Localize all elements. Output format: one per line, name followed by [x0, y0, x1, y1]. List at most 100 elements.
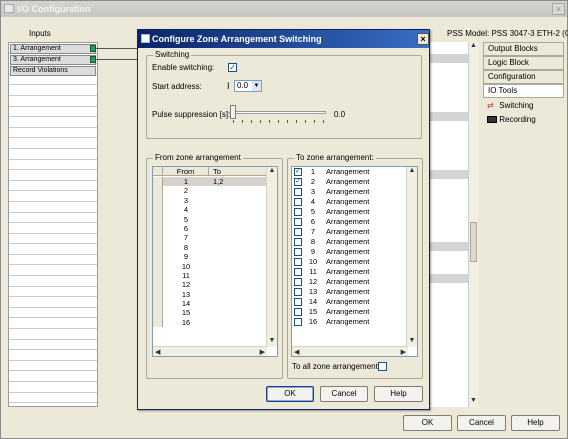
enable-switching-checkbox[interactable]: ✓	[228, 63, 237, 72]
to-list-hscroll[interactable]: ◀ ▶	[292, 346, 408, 356]
list-item[interactable]: 5 Arrangement	[292, 207, 408, 217]
table-row[interactable]: 6	[153, 223, 267, 234]
list-item[interactable]: 15 Arrangement	[292, 307, 408, 317]
table-row[interactable]: 14	[153, 299, 267, 309]
switching-label: Switching	[499, 101, 534, 110]
list-item[interactable]: ✓ 1 Arrangement	[292, 167, 408, 177]
zone-checkbox[interactable]	[294, 248, 302, 256]
from-table-hscroll[interactable]: ◀ ▶	[153, 346, 267, 356]
table-row[interactable]: 3	[153, 195, 267, 206]
list-item[interactable]: 3 Arrangement	[292, 187, 408, 197]
list-item[interactable]: 4 Arrangement	[292, 197, 408, 207]
scroll-right-icon[interactable]: ▶	[260, 348, 265, 356]
list-item[interactable]: 8 Arrangement	[292, 237, 408, 247]
list-item[interactable]: 13 Arrangement	[292, 287, 408, 297]
table-row[interactable]: 1 1,2	[153, 177, 267, 187]
list-item[interactable]: 6 Arrangement	[292, 217, 408, 227]
switching-tool[interactable]: ⇄ Switching	[487, 101, 533, 110]
table-row[interactable]: 13	[153, 289, 267, 300]
start-address-select[interactable]: 0.0 ▼	[234, 80, 262, 92]
table-row[interactable]: 11	[153, 270, 267, 281]
tab-configuration[interactable]: Configuration	[483, 70, 564, 84]
tab-output-blocks[interactable]: Output Blocks	[483, 42, 564, 56]
from-table-vscroll[interactable]: ▲ ▼	[266, 167, 277, 347]
chevron-down-icon[interactable]: ▼	[252, 81, 261, 91]
scroll-up-icon[interactable]: ▲	[267, 167, 277, 177]
table-row[interactable]: 16	[153, 317, 267, 328]
zone-checkbox[interactable]	[294, 188, 302, 196]
scroll-down-icon[interactable]: ▼	[407, 337, 417, 347]
slider-thumb[interactable]	[230, 105, 236, 119]
list-item[interactable]: ✓ 2 Arrangement	[292, 177, 408, 187]
zone-checkbox[interactable]	[294, 298, 302, 306]
zone-checkbox[interactable]	[294, 228, 302, 236]
workspace-scrollbar[interactable]: ▲ ▼	[468, 42, 478, 407]
table-row[interactable]: 12	[153, 280, 267, 290]
table-row[interactable]: 8	[153, 242, 267, 253]
window-close-icon[interactable]: ×	[552, 3, 565, 15]
main-cancel-button[interactable]: Cancel	[457, 415, 506, 431]
from-zone-table: From To 1 1,2 2 3 4 5 6 7 8 9 10 11 12 13 14 15 16 ▲ ▼ ◀…	[152, 166, 278, 357]
to-list-vscroll[interactable]: ▲ ▼	[406, 167, 417, 347]
dialog-ok-button[interactable]: OK	[266, 386, 314, 402]
list-item[interactable]: 11 Arrangement	[292, 267, 408, 277]
scroll-up-icon[interactable]: ▲	[469, 42, 478, 52]
scroll-left-icon[interactable]: ◀	[294, 348, 299, 356]
zone-checkbox[interactable]	[294, 318, 302, 326]
tab-logic-block[interactable]: Logic Block	[483, 56, 564, 70]
dialog-cancel-button[interactable]: Cancel	[320, 386, 368, 402]
pulse-suppression-slider[interactable]	[230, 104, 328, 124]
main-help-button[interactable]: Help	[511, 415, 560, 431]
table-row[interactable]: 10	[153, 261, 267, 271]
zone-checkbox[interactable]	[294, 208, 302, 216]
from-cell: 5	[183, 214, 189, 224]
scroll-thumb[interactable]	[470, 222, 477, 262]
tab-io-tools[interactable]: IO Tools	[483, 84, 564, 98]
grid-row	[9, 244, 97, 255]
grid-row	[9, 170, 97, 181]
zone-label: Arrangement	[326, 317, 370, 326]
input-item[interactable]: 1. Arrangement	[10, 44, 96, 54]
zone-checkbox[interactable]	[294, 238, 302, 246]
grid-row	[9, 382, 97, 393]
input-item[interactable]: 3. Arrangement	[10, 55, 96, 65]
row-header-cell	[153, 195, 163, 206]
recording-tool[interactable]: Recording	[487, 115, 536, 124]
zone-checkbox[interactable]	[294, 268, 302, 276]
zone-checkbox[interactable]	[294, 308, 302, 316]
table-row[interactable]: 2	[153, 186, 267, 196]
list-item[interactable]: 10 Arrangement	[292, 257, 408, 267]
table-row[interactable]: 4	[153, 205, 267, 215]
scroll-right-icon[interactable]: ▶	[401, 348, 406, 356]
from-column-header[interactable]: From	[163, 167, 209, 176]
zone-checkbox[interactable]: ✓	[294, 168, 302, 176]
scroll-left-icon[interactable]: ◀	[155, 348, 160, 356]
table-row[interactable]: 15	[153, 308, 267, 318]
list-item[interactable]: 7 Arrangement	[292, 227, 408, 237]
grid-row	[9, 107, 97, 118]
from-cell: 14	[181, 299, 191, 309]
scroll-up-icon[interactable]: ▲	[407, 167, 417, 177]
zone-checkbox[interactable]	[294, 288, 302, 296]
main-ok-button[interactable]: OK	[403, 415, 452, 431]
to-column-header[interactable]: To	[210, 167, 221, 176]
dialog-close-icon[interactable]: ×	[417, 33, 429, 45]
zone-checkbox[interactable]	[294, 198, 302, 206]
input-item[interactable]: Record Violations	[10, 66, 96, 76]
zone-checkbox[interactable]: ✓	[294, 178, 302, 186]
list-item[interactable]: 14 Arrangement	[292, 297, 408, 307]
zone-checkbox[interactable]	[294, 218, 302, 226]
table-row[interactable]: 7	[153, 233, 267, 243]
dialog-help-button[interactable]: Help	[374, 386, 423, 402]
zone-checkbox[interactable]	[294, 278, 302, 286]
table-row[interactable]: 5	[153, 214, 267, 224]
scroll-down-icon[interactable]: ▼	[267, 337, 277, 347]
to-all-zones-checkbox[interactable]	[378, 362, 387, 371]
list-item[interactable]: 12 Arrangement	[292, 277, 408, 287]
row-header-cell	[153, 233, 163, 243]
zone-checkbox[interactable]	[294, 258, 302, 266]
scroll-down-icon[interactable]: ▼	[469, 397, 478, 407]
list-item[interactable]: 9 Arrangement	[292, 247, 408, 257]
list-item[interactable]: 16 Arrangement	[292, 317, 408, 327]
table-row[interactable]: 9	[153, 252, 267, 262]
